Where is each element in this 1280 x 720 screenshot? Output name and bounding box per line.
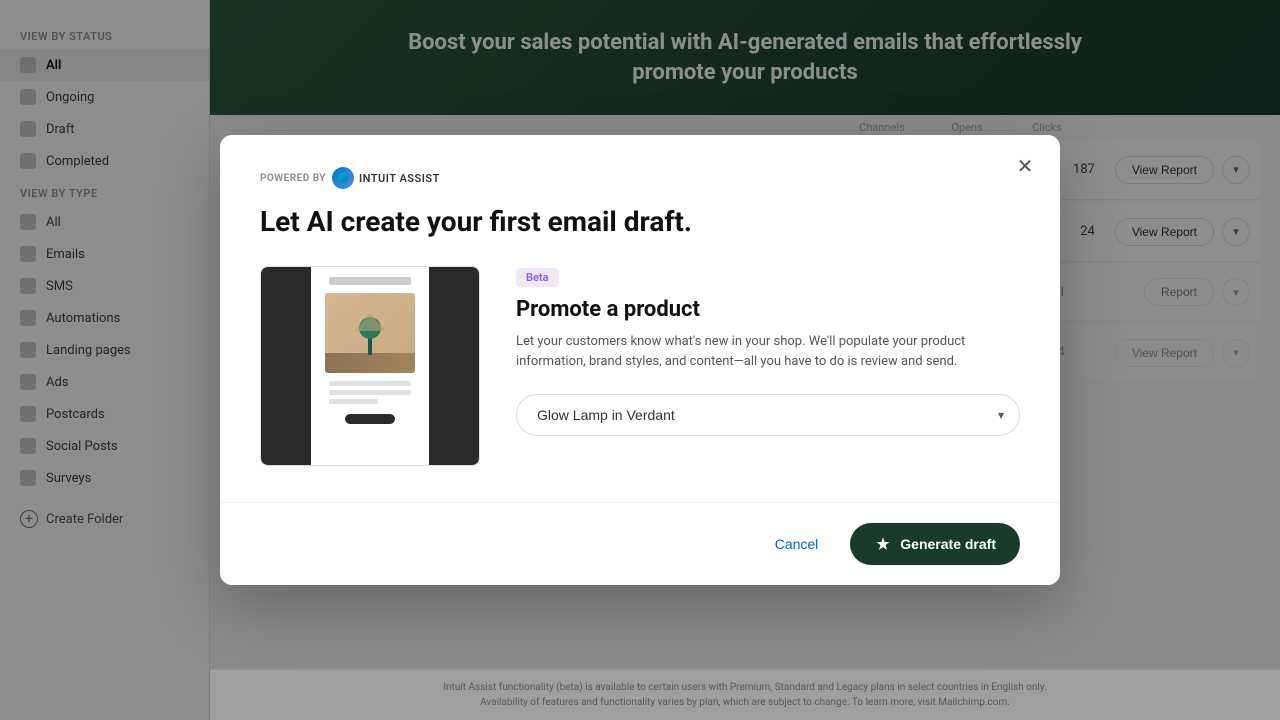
beta-badge: Beta (516, 268, 559, 287)
close-icon: ✕ (1017, 154, 1034, 179)
ai-email-modal: ✕ POWERED BY Intuit (220, 135, 1060, 585)
email-preview-panel (260, 266, 480, 466)
preview-strip-right (429, 267, 479, 465)
modal-body: POWERED BY Intuit Assist (220, 135, 1060, 502)
modal-right-panel: Beta Promote a product Let your customer… (516, 266, 1020, 466)
generate-label: Generate draft (900, 536, 996, 552)
preview-strip-left (261, 267, 311, 465)
modal-title: Let AI create your first email draft. (260, 205, 1020, 238)
preview-text-lines (329, 381, 411, 408)
preview-header-bar (329, 277, 411, 285)
generate-icon (874, 535, 892, 553)
powered-by-label: POWERED BY (260, 173, 326, 184)
intuit-assist-logo: Intuit Assist (332, 167, 440, 189)
email-preview-card (260, 266, 480, 466)
close-button[interactable]: ✕ (1010, 151, 1040, 181)
powered-by-bar: POWERED BY Intuit Assist (260, 167, 1020, 189)
modal-content-area: Beta Promote a product Let your customer… (260, 266, 1020, 466)
feature-title: Promote a product (516, 297, 1020, 322)
generate-draft-button[interactable]: Generate draft (850, 523, 1020, 565)
preview-cta-bar (345, 414, 395, 424)
product-select-wrapper[interactable]: Glow Lamp in Verdant Ceramic Vase Set Ba… (516, 394, 1020, 436)
intuit-logo-icon (332, 167, 354, 189)
preview-product-image (325, 293, 415, 373)
modal-footer: Cancel Generate draft (220, 502, 1060, 585)
feature-description: Let your customers know what's new in yo… (516, 332, 1020, 372)
cancel-button[interactable]: Cancel (759, 528, 835, 560)
preview-center (311, 267, 429, 465)
product-select[interactable]: Glow Lamp in Verdant Ceramic Vase Set Ba… (516, 394, 1020, 436)
intuit-assist-name: Intuit Assist (359, 172, 440, 185)
